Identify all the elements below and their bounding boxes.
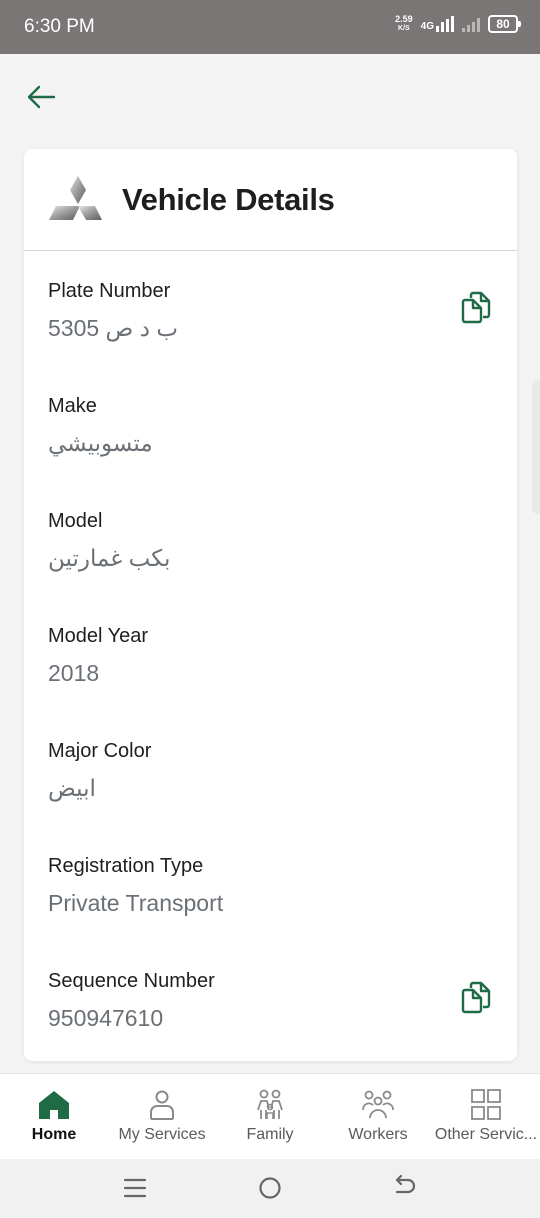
- bottom-navigation: Home My Services Family Workers Other Se…: [0, 1073, 540, 1159]
- signal-strength-icon: [436, 16, 454, 32]
- field-model: Model بكب غمارتين: [48, 510, 493, 572]
- arrow-left-icon: [27, 85, 56, 109]
- field-sequence-number: Sequence Number 950947610: [48, 970, 493, 1032]
- field-registration-type: Registration Type Private Transport: [48, 855, 493, 917]
- nav-item-my-services[interactable]: My Services: [108, 1074, 216, 1159]
- field-label: Registration Type: [48, 855, 204, 877]
- field-value: بكب غمارتين: [48, 545, 171, 571]
- copy-sequence-button[interactable]: [459, 980, 493, 1014]
- copy-plate-button[interactable]: [459, 290, 493, 324]
- field-value: 2018: [48, 660, 100, 686]
- status-bar: 6:30 PM 2.59 K/S 4G 80: [0, 0, 540, 54]
- back-button[interactable]: [24, 80, 58, 114]
- network-speed: 2.59 K/S: [395, 15, 413, 33]
- nav-label: Home: [31, 1126, 77, 1143]
- side-drawer-handle[interactable]: [532, 380, 540, 514]
- field-major-color: Major Color ابيض: [48, 740, 493, 802]
- field-label: Model: [48, 510, 103, 532]
- network-type: 4G: [420, 21, 434, 32]
- field-label: Make: [48, 395, 97, 417]
- field-value: ب د ص 5305: [48, 315, 179, 341]
- field-make: Make متسوبيشي: [48, 395, 493, 457]
- copy-icon: [461, 981, 491, 1014]
- nav-item-workers[interactable]: Workers: [324, 1074, 432, 1159]
- nav-label: My Services: [118, 1126, 206, 1143]
- nav-label: Other Servic...: [434, 1126, 538, 1143]
- back-nav-icon[interactable]: [392, 1175, 418, 1201]
- person-icon: [150, 1090, 174, 1120]
- field-value: 950947610: [48, 1005, 164, 1031]
- network-speed-value: 2.59: [395, 14, 413, 24]
- field-label: Plate Number: [48, 280, 171, 302]
- card-header: Vehicle Details: [24, 149, 517, 251]
- field-label: Major Color: [48, 740, 152, 762]
- grid-icon: [471, 1089, 501, 1120]
- nav-label: Family: [246, 1126, 294, 1143]
- home-circle-icon[interactable]: [257, 1175, 283, 1201]
- family-icon: [257, 1089, 283, 1119]
- field-plate-number: Plate Number ب د ص 5305: [48, 280, 493, 342]
- field-value: Private Transport: [48, 890, 224, 916]
- field-value: متسوبيشي: [48, 430, 153, 456]
- mitsubishi-logo: [49, 175, 102, 220]
- menu-icon[interactable]: [122, 1175, 148, 1201]
- field-label: Sequence Number: [48, 970, 215, 992]
- status-time: 6:30 PM: [24, 16, 95, 37]
- battery-icon: 80: [488, 15, 521, 33]
- signal-strength-secondary-icon: [462, 16, 480, 32]
- field-label: Model Year: [48, 625, 149, 647]
- home-icon: [39, 1091, 69, 1119]
- network-speed-unit: K/S: [398, 25, 410, 32]
- nav-label: Workers: [348, 1126, 408, 1143]
- field-model-year: Model Year 2018: [48, 625, 493, 687]
- field-value: ابيض: [48, 775, 96, 801]
- copy-icon: [461, 291, 491, 324]
- card-title: Vehicle Details: [122, 181, 335, 217]
- system-navigation-bar: [0, 1159, 540, 1218]
- nav-item-home[interactable]: Home: [0, 1074, 108, 1159]
- vehicle-details-card: Vehicle Details Plate Number ب د ص 5305 …: [24, 149, 517, 1061]
- status-indicators: 2.59 K/S 4G 80: [395, 15, 521, 33]
- workers-icon: [362, 1090, 394, 1119]
- nav-item-family[interactable]: Family: [216, 1074, 324, 1159]
- nav-item-other-services[interactable]: Other Servic...: [432, 1074, 540, 1159]
